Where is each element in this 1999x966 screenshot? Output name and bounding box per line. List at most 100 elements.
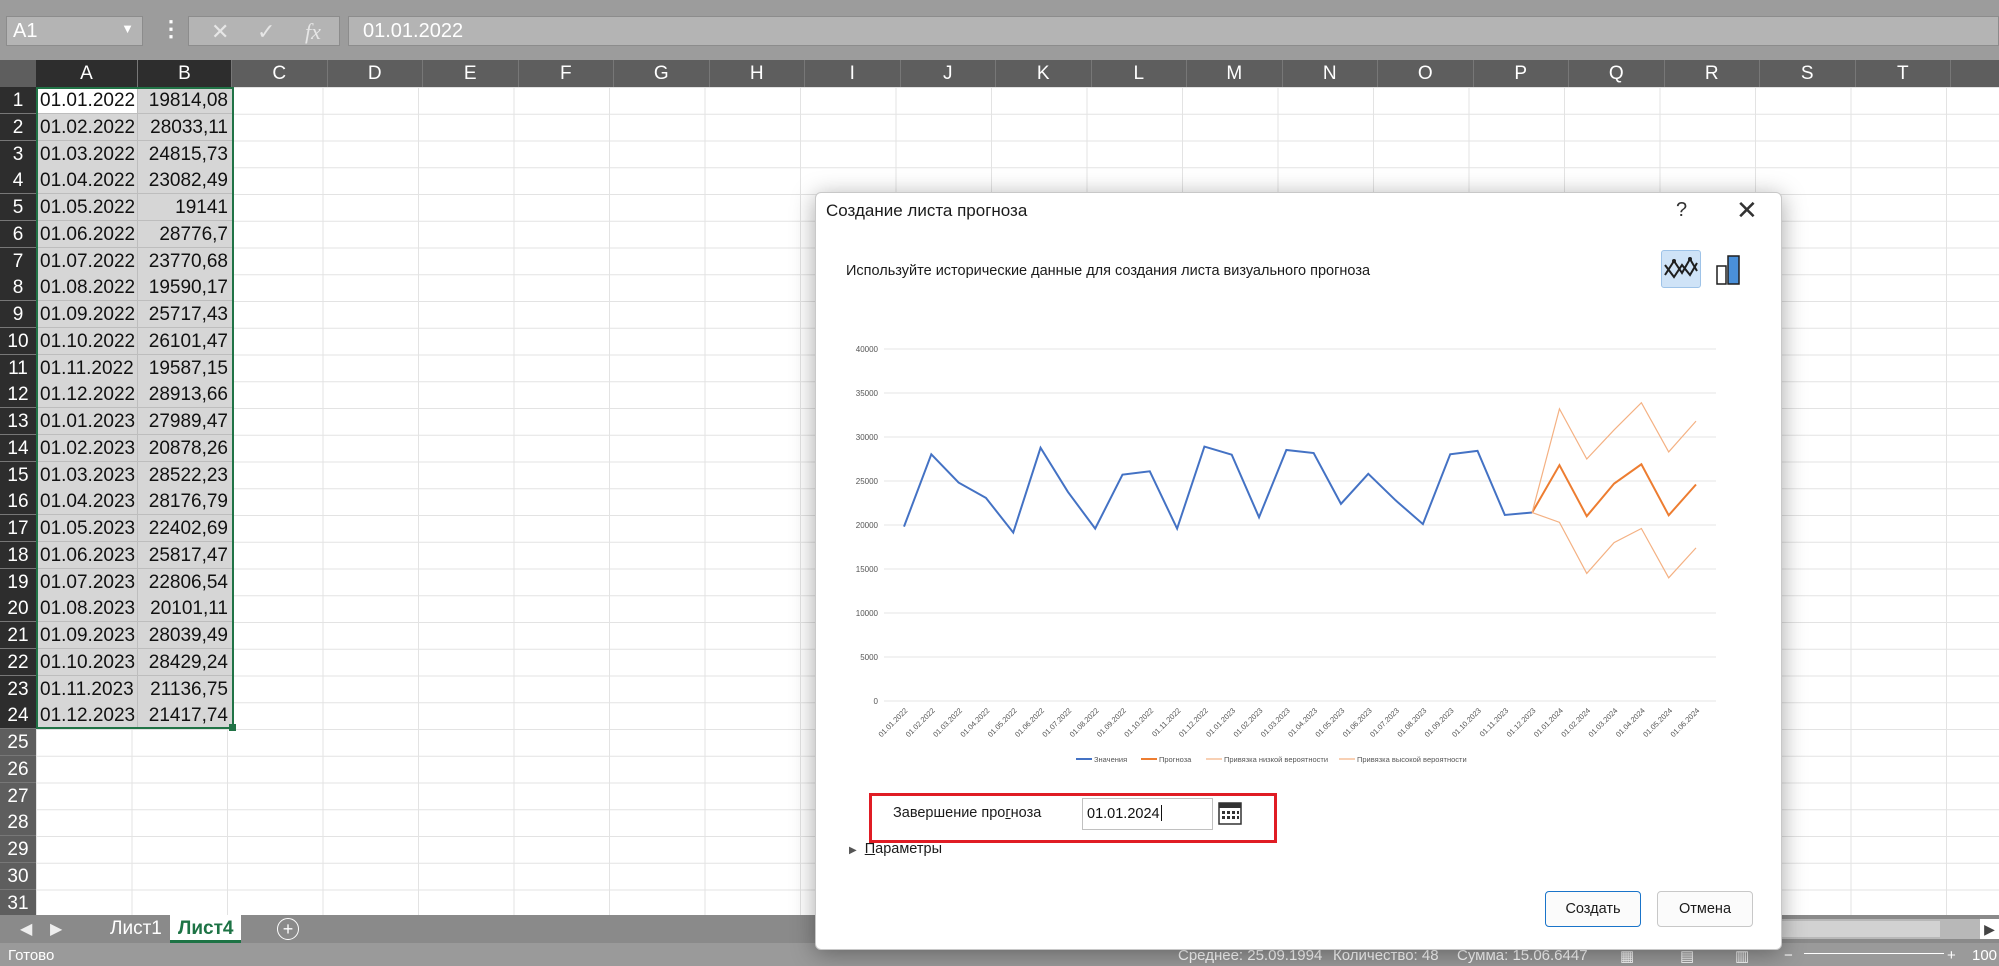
series-line-3 [1531,401,1697,513]
row-header-13[interactable]: 13 [0,408,36,435]
row-header-4[interactable]: 4 [0,167,36,195]
create-button[interactable]: Создать [1545,891,1641,927]
scroll-left-icon[interactable]: ◀ [20,919,32,939]
y-tick-label: 25000 [856,477,879,486]
status-ready: Готово [8,947,55,964]
help-icon[interactable]: ? [1676,199,1687,222]
cancel-button[interactable]: Отмена [1657,891,1753,927]
column-header-f[interactable]: F [519,60,614,87]
forecast-dialog: Создание листа прогноза ? ✕ Используйте … [815,192,1782,950]
row-header-24[interactable]: 24 [0,702,36,730]
column-header-h[interactable]: H [710,60,805,87]
forecast-end-input[interactable]: 01.01.2024 [1082,798,1213,830]
column-header-l[interactable]: L [1092,60,1187,87]
column-header-s[interactable]: S [1760,60,1856,87]
column-chart-type-button[interactable] [1711,250,1747,288]
row-header-10[interactable]: 10 [0,327,36,355]
dialog-description: Используйте исторические данные для созд… [846,263,1371,279]
row-header-15[interactable]: 15 [0,461,36,489]
zoom-out-icon[interactable]: − [1784,947,1793,964]
row-header-21[interactable]: 21 [0,622,36,649]
enter-entry-icon[interactable]: ✓ [257,19,275,45]
y-tick-label: 5000 [860,653,878,662]
row-header-29[interactable]: 29 [0,836,36,863]
fill-handle[interactable] [229,724,236,731]
tab-sheet1[interactable]: Лист1 [102,915,170,943]
zoom-level[interactable]: 100 [1972,947,1997,964]
chevron-down-icon[interactable]: ▼ [121,21,134,36]
scroll-right-arrow-icon[interactable]: ▶ [1980,919,1999,939]
y-tick-label: 35000 [856,389,879,398]
more-options-icon[interactable]: ⋮ [160,16,182,42]
column-header-g[interactable]: G [614,60,710,87]
close-icon[interactable]: ✕ [1736,195,1758,226]
row-header-2[interactable]: 2 [0,113,36,141]
column-header-i[interactable]: I [805,60,901,87]
y-tick-label: 40000 [856,345,879,354]
row-header-19[interactable]: 19 [0,568,36,596]
name-box-value: A1 [13,20,38,42]
legend-label: Привязка высокой вероятности [1357,755,1467,764]
zoom-slider[interactable] [1804,953,1944,954]
row-header-12[interactable]: 12 [0,381,36,409]
column-header-m[interactable]: M [1187,60,1283,87]
series-line-0 [903,445,1533,535]
row-header-6[interactable]: 6 [0,220,36,248]
calendar-icon[interactable] [1216,799,1244,827]
line-chart-type-button[interactable] [1661,250,1701,288]
row-header-16[interactable]: 16 [0,488,36,516]
column-header-b[interactable]: B [138,60,232,87]
column-header-d[interactable]: D [328,60,423,87]
formula-input[interactable]: 01.01.2022 [348,16,1999,46]
row-header-14[interactable]: 14 [0,434,36,462]
scroll-right-icon[interactable]: ▶ [50,919,62,939]
column-header-t[interactable]: T [1856,60,1951,87]
column-header-r[interactable]: R [1665,60,1760,87]
column-header-n[interactable]: N [1283,60,1378,87]
column-header-c[interactable]: C [232,60,328,87]
column-header-e[interactable]: E [423,60,519,87]
column-header-o[interactable]: O [1378,60,1474,87]
column-header-p[interactable]: P [1474,60,1569,87]
row-header-18[interactable]: 18 [0,541,36,569]
y-tick-label: 30000 [856,433,879,442]
column-headers: ABCDEFGHIJKLMNOPQRST [0,60,1999,87]
forecast-chart: 0 5000 10000 15000 20000 25000 30000 35000 40000… [856,345,1716,764]
row-header-1[interactable]: 1 [0,87,36,114]
y-tick-label: 15000 [856,565,879,574]
row-header-30[interactable]: 30 [0,862,36,890]
x-tick-label: 01.06.2024 [1669,706,1702,739]
add-sheet-button[interactable]: + [277,918,299,940]
legend-label: Значения [1094,755,1127,764]
column-header-a[interactable]: A [36,60,138,87]
insert-function-icon[interactable]: fx [305,19,321,45]
row-header-9[interactable]: 9 [0,301,36,328]
y-tick-label: 20000 [856,521,879,530]
name-box[interactable]: A1 ▼ [6,16,143,46]
row-header-25[interactable]: 25 [0,729,36,756]
cancel-entry-icon[interactable]: ✕ [211,19,229,45]
series-line-2 [1531,511,1697,579]
row-header-23[interactable]: 23 [0,675,36,703]
row-header-27[interactable]: 27 [0,782,36,810]
row-header-31[interactable]: 31 [0,889,36,917]
row-header-3[interactable]: 3 [0,140,36,168]
row-header-22[interactable]: 22 [0,648,36,676]
column-header-q[interactable]: Q [1569,60,1665,87]
legend-label: Прогноза [1159,755,1192,764]
row-header-11[interactable]: 11 [0,354,36,382]
row-header-20[interactable]: 20 [0,595,36,623]
row-header-28[interactable]: 28 [0,809,36,837]
row-header-26[interactable]: 26 [0,755,36,783]
column-header-j[interactable]: J [901,60,996,87]
row-header-7[interactable]: 7 [0,247,36,275]
dialog-title: Создание листа прогноза [826,201,1028,220]
zoom-in-icon[interactable]: + [1947,947,1956,964]
row-header-5[interactable]: 5 [0,194,36,221]
tab-sheet4[interactable]: Лист4 [170,915,242,943]
column-header-k[interactable]: K [996,60,1092,87]
x-tick-label: 01.10.2022 [1122,706,1155,739]
options-expander[interactable]: ▶ Параметры [849,841,942,857]
row-header-8[interactable]: 8 [0,274,36,302]
row-header-17[interactable]: 17 [0,515,36,542]
